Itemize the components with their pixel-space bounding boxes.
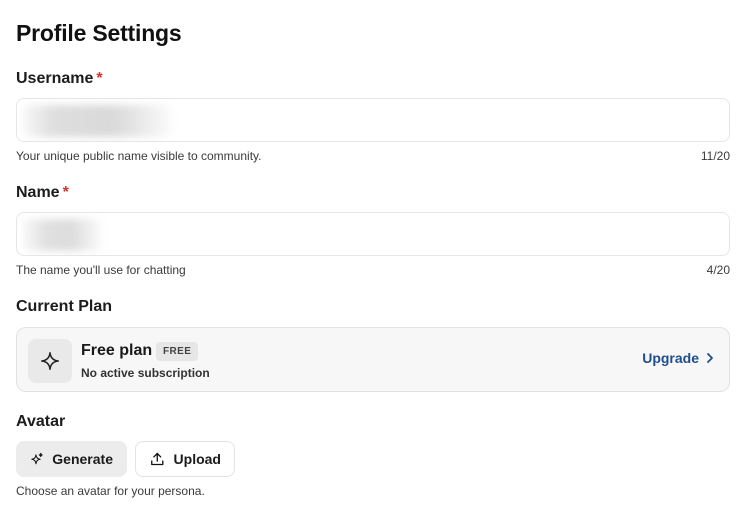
username-label: Username * xyxy=(16,70,103,88)
plan-subtitle: No active subscription xyxy=(81,366,210,380)
name-char-counter: 4/20 xyxy=(706,263,730,277)
name-input[interactable] xyxy=(17,213,729,255)
name-label: Name * xyxy=(16,184,69,202)
generate-button-label: Generate xyxy=(52,451,113,467)
chevron-right-icon xyxy=(707,353,713,363)
upgrade-link[interactable]: Upgrade xyxy=(642,350,715,366)
avatar-helper-text: Choose an avatar for your persona. xyxy=(16,484,205,498)
plan-icon-tile xyxy=(28,339,72,383)
plan-card: Free plan FREE No active subscription Up… xyxy=(16,327,730,392)
username-required-mark: * xyxy=(96,70,103,87)
generate-avatar-button[interactable]: Generate xyxy=(16,441,127,477)
name-helper-text: The name you'll use for chatting xyxy=(16,263,186,277)
upload-avatar-button[interactable]: Upload xyxy=(135,441,235,477)
name-label-text: Name xyxy=(16,184,60,201)
upload-icon xyxy=(151,452,164,466)
username-label-text: Username xyxy=(16,70,94,87)
sparkle-icon xyxy=(41,352,59,370)
sparkles-icon xyxy=(31,452,43,465)
current-plan-label: Current Plan xyxy=(16,298,113,315)
avatar-label: Avatar xyxy=(16,413,66,430)
name-field-container xyxy=(16,212,730,256)
page-title: Profile Settings xyxy=(16,20,182,46)
plan-name: Free plan xyxy=(81,342,153,359)
plan-badge: FREE xyxy=(156,342,199,361)
name-required-mark: * xyxy=(62,184,69,201)
username-field-container xyxy=(16,98,730,142)
upload-button-label: Upload xyxy=(173,451,221,467)
username-input[interactable] xyxy=(17,99,729,141)
username-char-counter: 11/20 xyxy=(700,149,730,163)
upgrade-label: Upgrade xyxy=(642,350,699,366)
username-helper-text: Your unique public name visible to commu… xyxy=(16,149,262,163)
